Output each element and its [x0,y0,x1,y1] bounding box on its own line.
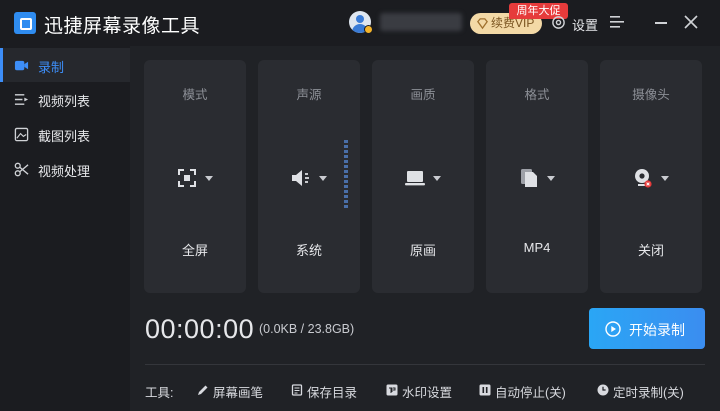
recording-timer: 00:00:00 [145,314,255,344]
file-format-icon [521,169,537,187]
chevron-down-icon [547,176,555,181]
card-title: 声源 [296,88,322,102]
chevron-down-icon [319,176,327,181]
webcam-card[interactable]: 摄像头 关闭 [600,60,702,293]
clock-icon [597,384,609,396]
tool-label: 自动停止(关) [495,386,566,400]
file-size-info: (0.0KB / 23.8GB) [259,322,355,336]
tool-label: 屏幕画笔 [213,386,264,400]
tools-bar: 工具: 屏幕画笔 保存目录 水印设置 自动停止(关) 定时录制(关) [145,382,715,402]
card-value: 系统 [295,243,322,258]
card-value: 原画 [409,243,436,258]
close-icon[interactable] [684,15,698,29]
watermark-icon [386,384,398,396]
title-bar: 迅捷屏幕录像工具 续费VIP 周年大促 设置 [0,0,720,46]
card-value: 全屏 [181,243,208,258]
sidebar-item-record[interactable]: 录制 [0,48,130,82]
settings-button[interactable]: 设置 [572,15,598,34]
chevron-down-icon [433,176,441,181]
chevron-down-icon [661,176,669,181]
sidebar-item-screenshot-list[interactable]: 截图列表 [0,117,130,151]
sidebar: 录制 视频列表 截图列表 视频处理 [0,46,130,411]
sidebar-item-label: 截图列表 [38,129,91,144]
speaker-icon [292,170,309,186]
record-icon [14,60,29,71]
format-card[interactable]: 格式 MP4 [486,60,588,293]
folder-icon [291,384,303,396]
video-process-icon [14,162,29,177]
app-title: 迅捷屏幕录像工具 [44,16,201,37]
card-title: 摄像头 [632,88,670,102]
quality-card[interactable]: 画质 原画 [372,60,474,293]
webcam-icon [635,169,652,188]
start-recording-button[interactable]: 开始录制 [589,308,705,349]
mode-card[interactable]: 模式 全屏 [144,60,246,293]
card-title: 模式 [182,88,208,102]
username-blurred[interactable] [380,13,462,31]
avatar-badge-icon [364,25,373,34]
card-title: 画质 [410,88,436,102]
gear-icon[interactable] [551,15,566,30]
card-value: 关闭 [637,243,664,258]
sidebar-item-video-list[interactable]: 视频列表 [0,82,130,116]
sidebar-item-label: 视频处理 [38,164,91,179]
screenshot-list-icon [14,127,29,142]
tools-label: 工具: [145,386,174,400]
tool-label: 定时录制(关) [613,386,684,400]
video-list-icon [14,94,29,105]
audio-source-card[interactable]: 声源 系统 [258,60,360,293]
chevron-down-icon [205,176,213,181]
laptop-icon [405,171,425,186]
start-recording-label: 开始录制 [629,322,685,338]
tool-label: 保存目录 [307,386,358,400]
fullscreen-icon [178,169,196,187]
auto-stop-icon [479,384,491,396]
diamond-icon [477,18,488,30]
menu-icon[interactable] [610,16,624,28]
card-title: 格式 [524,88,550,102]
tool-label: 水印设置 [402,386,453,400]
sidebar-item-label: 录制 [38,60,65,75]
divider [145,364,705,365]
main-panel: 模式 全屏 声源 系统 画质 原画 格式 MP4 摄像头 关闭 00:00:00… [130,46,720,411]
sidebar-item-label: 视频列表 [38,94,91,109]
play-icon [605,321,621,337]
minimize-icon[interactable] [655,22,667,24]
app-logo-icon [14,12,36,34]
sidebar-item-video-process[interactable]: 视频处理 [0,152,130,186]
card-value: MP4 [523,240,551,255]
pen-icon [198,385,208,395]
volume-meter [344,140,348,210]
